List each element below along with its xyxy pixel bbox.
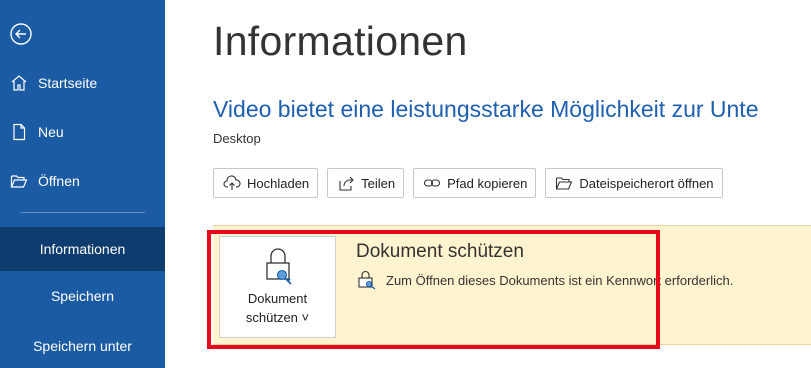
protect-description-text: Zum Öffnen dieses Dokuments ist ein Kenn… <box>386 272 734 288</box>
copy-path-button-label: Pfad kopieren <box>447 175 528 191</box>
protect-button-label-line2: schützen ˅ <box>245 310 310 325</box>
cloud-upload-icon <box>223 174 241 192</box>
protect-document-button[interactable]: Dokument schützen ˅ <box>219 236 336 338</box>
link-icon <box>423 174 441 192</box>
upload-button[interactable]: Hochladen <box>213 168 319 198</box>
protect-description: Zum Öffnen dieses Dokuments ist ein Kenn… <box>356 270 733 290</box>
sidebar-item-speichern[interactable]: Speichern <box>0 276 165 316</box>
open-file-location-button[interactable]: Dateispeicherort öffnen <box>545 168 723 198</box>
upload-button-label: Hochladen <box>247 175 310 191</box>
lock-key-icon <box>258 245 298 287</box>
sidebar-item-label: Neu <box>38 124 64 140</box>
lock-key-small-icon <box>356 270 378 290</box>
open-file-location-button-label: Dateispeicherort öffnen <box>579 175 714 191</box>
document-location: Desktop <box>213 131 261 146</box>
sidebar-item-label: Speichern <box>50 288 115 304</box>
protect-button-label-line1: Dokument <box>247 291 308 306</box>
copy-path-button[interactable]: Pfad kopieren <box>413 168 537 198</box>
sidebar-item-speichern-unter[interactable]: Speichern unter <box>0 326 165 366</box>
sidebar-item-label: Informationen <box>39 241 126 257</box>
sidebar-item-oeffnen[interactable]: Öffnen <box>0 161 165 201</box>
sidebar-divider <box>20 212 145 213</box>
share-button-label: Teilen <box>361 175 396 191</box>
document-title: Video bietet eine leistungsstarke Möglic… <box>213 96 759 122</box>
file-actions-toolbar: Hochladen Teilen Pfad kopieren Dateispei… <box>213 168 723 198</box>
sidebar-item-startseite[interactable]: Startseite <box>0 63 165 103</box>
folder-icon <box>555 174 573 192</box>
home-icon <box>9 73 29 93</box>
sidebar-item-informationen[interactable]: Informationen <box>0 227 165 271</box>
protect-heading: Dokument schützen <box>356 241 524 262</box>
sidebar-item-neu[interactable]: Neu <box>0 112 165 152</box>
back-arrow-icon[interactable] <box>9 22 33 46</box>
sidebar-item-label: Startseite <box>38 75 98 91</box>
page-title: Informationen <box>213 18 468 64</box>
sidebar-item-label: Speichern unter <box>33 338 132 354</box>
sidebar-item-label: Öffnen <box>38 173 80 189</box>
share-icon <box>337 174 355 192</box>
new-document-icon <box>9 122 29 142</box>
share-button[interactable]: Teilen <box>327 168 405 198</box>
folder-open-icon <box>9 171 29 191</box>
backstage-sidebar: Startseite Neu Öffnen Informationen Spei… <box>0 0 165 368</box>
